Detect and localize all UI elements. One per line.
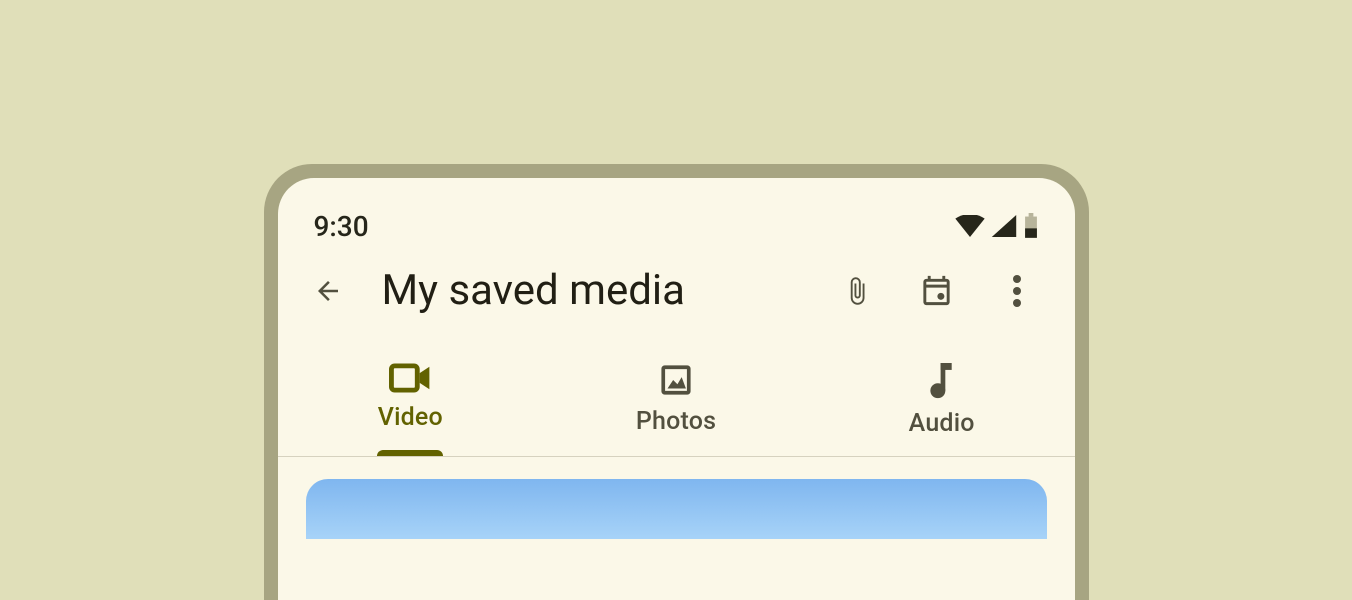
tab-label: Video: [378, 403, 443, 432]
tab-audio[interactable]: Audio: [809, 351, 1075, 456]
tab-indicator: [377, 450, 443, 456]
device-frame: 9:30: [264, 164, 1089, 600]
arrow-back-icon: [313, 276, 343, 306]
back-button[interactable]: [304, 267, 352, 315]
status-bar: 9:30: [278, 178, 1075, 250]
music-note-icon: [927, 363, 957, 399]
device-screen: 9:30: [278, 178, 1075, 600]
content-area: [278, 457, 1075, 539]
tab-video[interactable]: Video: [278, 351, 544, 456]
signal-icon: [991, 215, 1017, 237]
attachment-button[interactable]: [833, 267, 881, 315]
wifi-icon: [955, 215, 985, 237]
tab-label: Photos: [636, 407, 716, 436]
status-icons: [955, 213, 1039, 239]
battery-icon: [1023, 213, 1039, 239]
more-button[interactable]: [993, 267, 1041, 315]
page-title: My saved media: [376, 266, 809, 315]
media-preview[interactable]: [306, 479, 1047, 539]
top-app-bar: My saved media: [278, 250, 1075, 327]
tab-photos[interactable]: Photos: [543, 351, 809, 456]
calendar-icon: [919, 273, 954, 308]
topbar-actions: [833, 267, 1055, 315]
more-vert-icon: [1013, 275, 1021, 307]
status-time: 9:30: [314, 210, 369, 243]
image-icon: [659, 363, 693, 397]
tab-bar: Video Photos: [278, 351, 1075, 457]
tab-label: Audio: [909, 409, 975, 438]
videocam-icon: [389, 363, 431, 393]
attachment-icon: [842, 274, 872, 308]
calendar-button[interactable]: [913, 267, 961, 315]
